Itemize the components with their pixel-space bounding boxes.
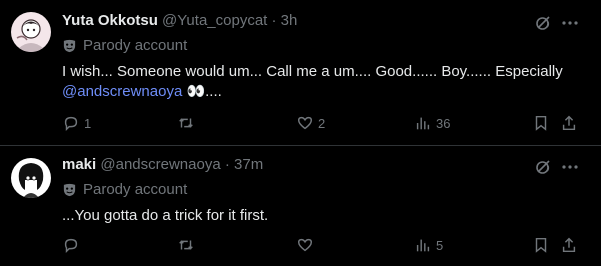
like-button[interactable] [296,235,318,255]
reply-icon [64,116,78,132]
share-icon [562,115,576,131]
tweet-text: I wish... Someone would um... Call me a … [62,62,592,102]
share-button[interactable] [560,113,578,133]
tweet-2[interactable]: maki @andscrewnaoya · 37m Parody account… [0,146,601,266]
views-button[interactable]: 36 [414,113,450,133]
grok-icon[interactable] [533,13,553,33]
view-count: 5 [436,237,444,253]
reply-button[interactable] [62,235,84,255]
grok-icon[interactable] [533,157,553,177]
views-icon [416,117,430,130]
repost-button[interactable] [177,235,199,255]
reply-button[interactable]: 1 [62,113,91,133]
mask-icon [63,183,76,197]
bookmark-button[interactable] [532,235,550,255]
separator-dot: · [271,12,277,29]
tweet-actions: 1 2 36 [62,113,592,133]
like-icon [297,238,313,252]
like-button[interactable]: 2 [296,113,325,133]
like-count: 2 [318,115,326,131]
parody-label: Parody account [62,37,187,54]
avatar[interactable] [11,12,51,52]
reply-icon [64,238,78,254]
user-handle[interactable]: @andscrewnaoya [100,156,220,173]
tweet-text-body: I wish... Someone would um... Call me a … [62,63,563,80]
views-icon [416,239,430,252]
repost-icon [179,240,193,250]
bookmark-icon [535,115,547,131]
mask-icon [63,39,76,53]
view-count: 36 [436,115,451,131]
share-icon [562,237,576,253]
more-icon[interactable] [560,13,580,33]
timestamp[interactable]: 3h [281,12,298,29]
parody-text: Parody account [83,181,188,198]
tweet-header: maki @andscrewnaoya · 37m [62,156,263,173]
bookmark-icon [535,237,547,253]
tweet-actions: 5 [62,235,592,255]
reply-count: 1 [84,115,92,131]
tweet-1[interactable]: Yuta Okkotsu @Yuta_copycat · 3h Parody a… [0,0,601,146]
timestamp[interactable]: 37m [234,156,263,173]
parody-label: Parody account [62,181,187,198]
avatar[interactable] [11,158,51,198]
mention-link[interactable]: @andscrewnaoya [62,83,182,100]
tweet-header: Yuta Okkotsu @Yuta_copycat · 3h [62,12,297,29]
more-icon[interactable] [560,157,580,177]
views-button[interactable]: 5 [414,235,443,255]
tweet-text-tail: 👀.... [182,83,222,100]
bookmark-button[interactable] [532,113,550,133]
tweet-text: ...You gotta do a trick for it first. [62,207,269,224]
user-handle[interactable]: @Yuta_copycat [162,12,267,29]
display-name[interactable]: maki [62,156,96,173]
display-name[interactable]: Yuta Okkotsu [62,12,158,29]
share-button[interactable] [560,235,578,255]
like-icon [297,116,313,130]
separator-dot: · [224,156,230,173]
repost-icon [179,118,193,128]
repost-button[interactable] [177,113,199,133]
parody-text: Parody account [83,37,188,54]
